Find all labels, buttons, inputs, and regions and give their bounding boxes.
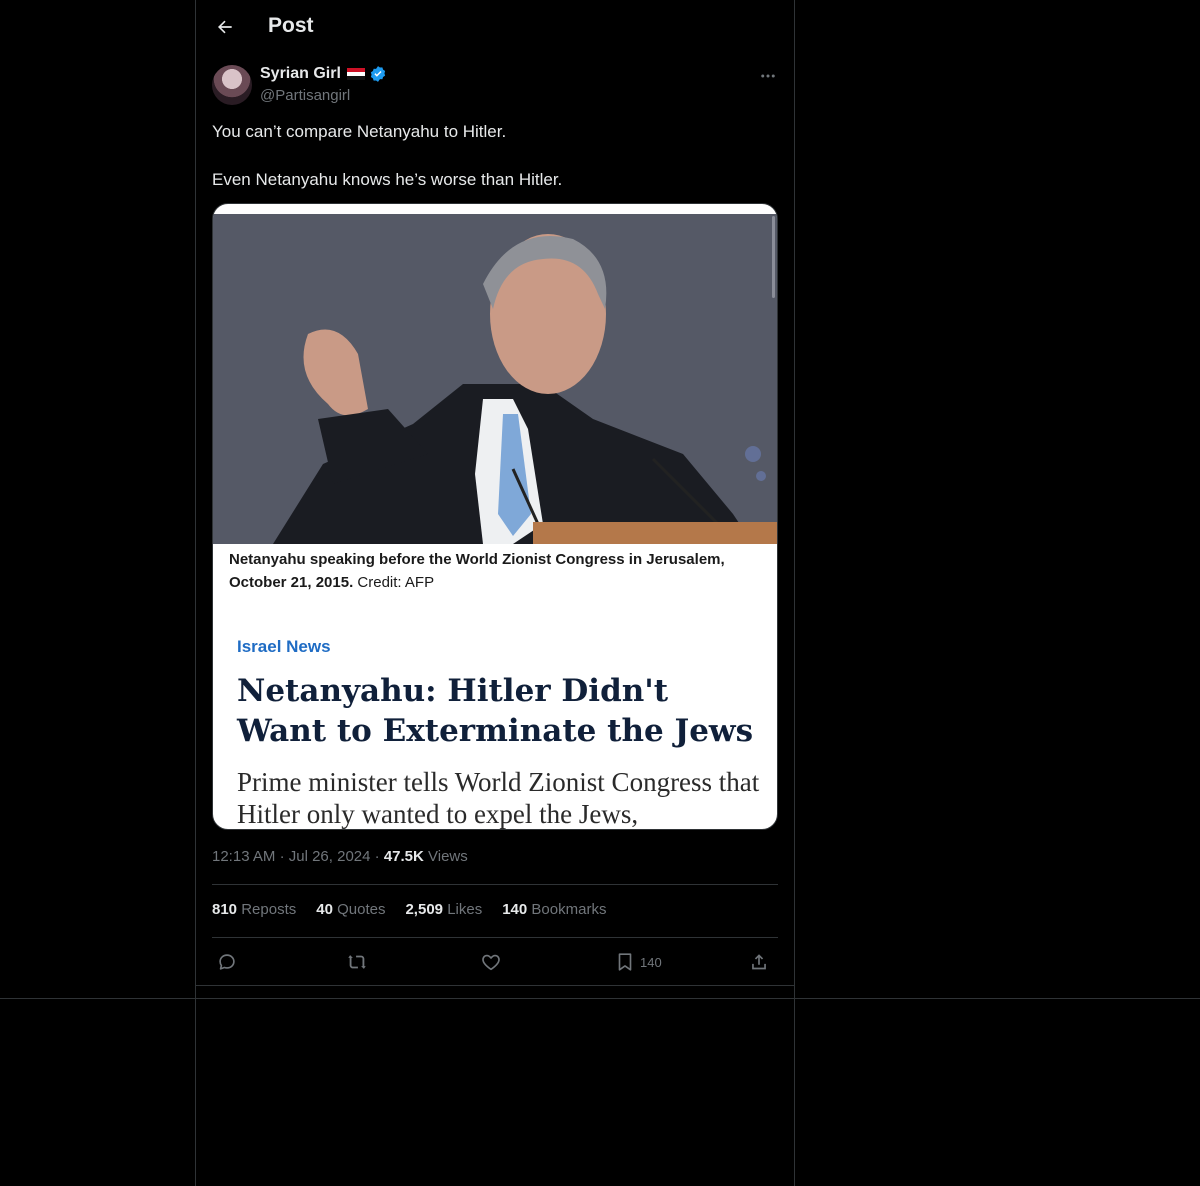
bookmark-icon bbox=[614, 951, 636, 973]
page-header: Post bbox=[196, 0, 794, 54]
share-button[interactable] bbox=[748, 948, 770, 976]
speaker-photo bbox=[213, 214, 777, 544]
share-icon bbox=[748, 951, 770, 973]
caption-credit: Credit: AFP bbox=[357, 574, 435, 591]
like-icon bbox=[480, 951, 502, 973]
views-label: Views bbox=[428, 848, 468, 865]
more-icon bbox=[759, 67, 777, 85]
back-arrow-icon bbox=[215, 17, 235, 37]
author-handle[interactable]: @Partisangirl bbox=[260, 87, 350, 104]
page-title: Post bbox=[268, 14, 314, 37]
bookmark-count: 140 bbox=[640, 954, 662, 970]
verified-icon bbox=[369, 65, 387, 83]
quotes-stat[interactable]: 40 Quotes bbox=[316, 901, 385, 918]
likes-label: Likes bbox=[447, 901, 483, 918]
media-image[interactable]: Netanyahu speaking before the World Zion… bbox=[212, 203, 778, 830]
tweet-text: You can’t compare Netanyahu to Hitler. E… bbox=[212, 120, 778, 192]
bookmarks-label: Bookmarks bbox=[531, 901, 607, 918]
likes-stat[interactable]: 2,509 Likes bbox=[405, 901, 482, 918]
meta-separator: · bbox=[279, 848, 289, 865]
reply-button[interactable] bbox=[216, 948, 238, 976]
syria-flag-icon bbox=[346, 68, 365, 80]
tweet-line: You can’t compare Netanyahu to Hitler. bbox=[212, 122, 507, 141]
article-section: Israel News bbox=[237, 637, 331, 656]
post-stats: 810 Reposts 40 Quotes 2,509 Likes 140 Bo… bbox=[212, 901, 606, 918]
tweet-line: Even Netanyahu knows he’s worse than Hit… bbox=[212, 170, 563, 189]
scrollbar[interactable] bbox=[772, 216, 775, 298]
reply-icon bbox=[216, 951, 238, 973]
back-button[interactable] bbox=[208, 10, 242, 44]
divider bbox=[212, 884, 778, 885]
action-bar: 140 bbox=[212, 948, 778, 976]
reposts-count: 810 bbox=[212, 901, 238, 918]
repost-icon bbox=[346, 951, 368, 973]
reposts-stat[interactable]: 810 Reposts bbox=[212, 901, 296, 918]
bookmark-button[interactable]: 140 bbox=[614, 948, 662, 976]
bookmarks-stat[interactable]: 140 Bookmarks bbox=[502, 901, 606, 918]
post-date[interactable]: Jul 26, 2024 bbox=[289, 848, 371, 865]
post-bottom-border bbox=[196, 985, 794, 986]
reposts-label: Reposts bbox=[241, 901, 297, 918]
author-name-row: Syrian Girl bbox=[260, 65, 387, 83]
photo-caption: Netanyahu speaking before the World Zion… bbox=[229, 548, 769, 594]
quotes-label: Quotes bbox=[337, 901, 386, 918]
caption-text: Netanyahu speaking before the World Zion… bbox=[229, 551, 725, 591]
article-subhead: Prime minister tells World Zionist Congr… bbox=[237, 767, 760, 829]
views-count: 47.5K bbox=[383, 848, 424, 865]
repost-button[interactable] bbox=[346, 948, 368, 976]
more-button[interactable] bbox=[756, 64, 780, 88]
author-display-name[interactable]: Syrian Girl bbox=[260, 65, 341, 83]
like-button[interactable] bbox=[480, 948, 502, 976]
divider bbox=[212, 937, 778, 938]
article-headline: Netanyahu: Hitler Didn't Want to Extermi… bbox=[237, 673, 754, 749]
bookmarks-count: 140 bbox=[502, 901, 528, 918]
quotes-count: 40 bbox=[316, 901, 333, 918]
post-time[interactable]: 12:13 AM bbox=[212, 848, 275, 865]
avatar[interactable] bbox=[212, 65, 252, 105]
post-column: Post Syrian Girl @Partisangirl You can’t… bbox=[195, 0, 795, 1186]
post-meta: 12:13 AM · Jul 26, 2024 · 47.5K Views bbox=[212, 848, 468, 865]
meta-separator: · bbox=[374, 848, 384, 865]
likes-count: 2,509 bbox=[405, 901, 444, 918]
